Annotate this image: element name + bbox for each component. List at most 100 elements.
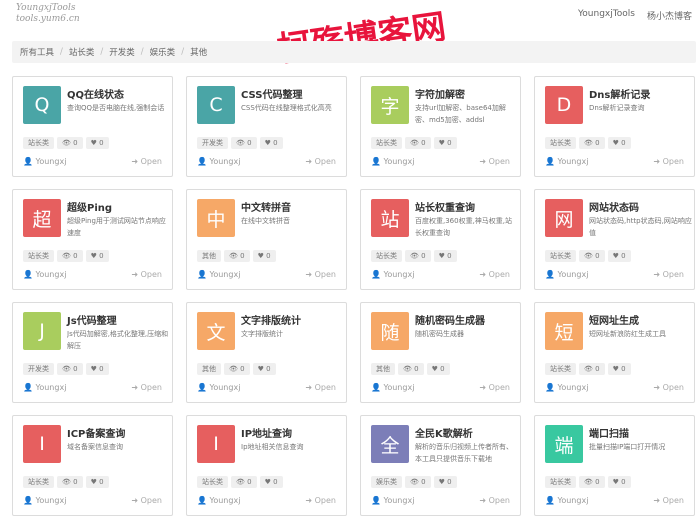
category-badge[interactable]: 站长类 [545, 137, 576, 149]
tool-card[interactable]: 中 中文转拼音 在线中文转拼音 其他 👁 0 ♥ 0 👤 Youngxj ➜ O… [186, 189, 347, 290]
category-badge[interactable]: 站长类 [23, 250, 54, 262]
tool-card[interactable]: D Dns解析记录 Dns解析记录查询 站长类 👁 0 ♥ 0 👤 Youngx… [534, 76, 695, 177]
likes-badge[interactable]: ♥ 0 [252, 250, 276, 262]
author-name: Youngxj [35, 383, 67, 392]
category-badge[interactable]: 站长类 [371, 250, 402, 262]
tool-card[interactable]: I ICP备案查询 域名备案信息查询 站长类 👁 0 ♥ 0 👤 Youngxj… [12, 415, 173, 516]
tool-card[interactable]: 字 字符加解密 支持url加解密、base64加解密、md5加密、addsl 站… [360, 76, 521, 177]
tool-card[interactable]: 文 文字排版统计 文字排版统计 其他 👁 0 ♥ 0 👤 Youngxj ➜ O… [186, 302, 347, 403]
open-link[interactable]: ➜ Open [305, 496, 336, 505]
likes-badge[interactable]: ♥ 0 [433, 137, 457, 149]
open-link[interactable]: ➜ Open [131, 270, 162, 279]
open-link[interactable]: ➜ Open [305, 270, 336, 279]
tool-title[interactable]: 文字排版统计 [241, 312, 301, 327]
tool-title[interactable]: 网站状态码 [589, 199, 639, 214]
tool-title[interactable]: Js代码整理 [67, 312, 117, 327]
nav-link-blog[interactable]: 杨小杰博客 [647, 9, 692, 22]
open-link[interactable]: ➜ Open [479, 270, 510, 279]
likes-badge[interactable]: ♥ 0 [85, 137, 109, 149]
category-badge[interactable]: 开发类 [23, 363, 54, 375]
likes-badge[interactable]: ♥ 0 [252, 363, 276, 375]
likes-badge[interactable]: ♥ 0 [607, 137, 631, 149]
views-badge: 👁 0 [57, 476, 83, 488]
views-badge: 👁 0 [579, 476, 605, 488]
tool-icon: I [23, 425, 61, 463]
breadcrumb-other[interactable]: 其他 [190, 46, 207, 58]
likes-badge[interactable]: ♥ 0 [259, 137, 283, 149]
open-link[interactable]: ➜ Open [305, 383, 336, 392]
tool-title[interactable]: 随机密码生成器 [415, 312, 485, 327]
likes-badge[interactable]: ♥ 0 [259, 476, 283, 488]
tool-card[interactable]: 全 全民K歌解析 解析的音乐归视频上传者所有、本工具只提供音乐下载地 娱乐类 👁… [360, 415, 521, 516]
tool-title[interactable]: Dns解析记录 [589, 86, 650, 101]
views-count: 0 [595, 252, 600, 260]
likes-badge[interactable]: ♥ 0 [426, 363, 450, 375]
nav-link-youngxjtools[interactable]: YoungxjTools [578, 9, 635, 19]
tool-title[interactable]: QQ在线状态 [67, 86, 124, 101]
tool-card[interactable]: 短 短网址生成 短网址新浪防红生成工具 站长类 👁 0 ♥ 0 👤 Youngx… [534, 302, 695, 403]
author: 👤 Youngxj [371, 383, 414, 392]
category-badge[interactable]: 站长类 [545, 476, 576, 488]
breadcrumb-entertainment[interactable]: 娱乐类 [150, 46, 176, 58]
open-link[interactable]: ➜ Open [131, 496, 162, 505]
likes-badge[interactable]: ♥ 0 [85, 363, 109, 375]
open-link[interactable]: ➜ Open [479, 383, 510, 392]
tool-card[interactable]: 随 随机密码生成器 随机密码生成器 其他 👁 0 ♥ 0 👤 Youngxj ➜… [360, 302, 521, 403]
category-badge[interactable]: 其他 [197, 363, 221, 375]
tool-card[interactable]: C CSS代码整理 CSS代码在线整理格式化高亮 开发类 👁 0 ♥ 0 👤 Y… [186, 76, 347, 177]
likes-badge[interactable]: ♥ 0 [607, 363, 631, 375]
site-logo[interactable]: YoungxjTools tools.yum6.cn [16, 3, 80, 25]
category-badge[interactable]: 站长类 [545, 250, 576, 262]
eye-icon: 👁 [584, 252, 593, 260]
tool-title[interactable]: 站长权重查询 [415, 199, 475, 214]
category-badge[interactable]: 站长类 [545, 363, 576, 375]
likes-badge[interactable]: ♥ 0 [85, 476, 109, 488]
likes-badge[interactable]: ♥ 0 [607, 250, 631, 262]
open-link[interactable]: ➜ Open [653, 496, 684, 505]
likes-badge[interactable]: ♥ 0 [433, 250, 457, 262]
open-link[interactable]: ➜ Open [479, 496, 510, 505]
open-link[interactable]: ➜ Open [479, 157, 510, 166]
tool-title[interactable]: CSS代码整理 [241, 86, 302, 101]
tool-title[interactable]: 全民K歌解析 [415, 425, 473, 440]
tool-title[interactable]: ICP备案查询 [67, 425, 125, 440]
likes-badge[interactable]: ♥ 0 [433, 476, 457, 488]
breadcrumb-all[interactable]: 所有工具 [20, 46, 54, 58]
open-link[interactable]: ➜ Open [131, 157, 162, 166]
likes-badge[interactable]: ♥ 0 [607, 476, 631, 488]
category-badge[interactable]: 站长类 [371, 137, 402, 149]
tool-title[interactable]: 字符加解密 [415, 86, 465, 101]
tool-card[interactable]: 站 站长权重查询 百度权重,360权重,神马权重,站长权重查询 站长类 👁 0 … [360, 189, 521, 290]
tool-meta: 其他 👁 0 ♥ 0 [371, 363, 450, 375]
tool-card[interactable]: 超 超级Ping 超级Ping用于测试网站节点响应速度 站长类 👁 0 ♥ 0 … [12, 189, 173, 290]
category-badge[interactable]: 其他 [197, 250, 221, 262]
category-badge[interactable]: 其他 [371, 363, 395, 375]
likes-badge[interactable]: ♥ 0 [85, 250, 109, 262]
tool-title[interactable]: 端口扫描 [589, 425, 629, 440]
tool-card[interactable]: J Js代码整理 Js代码加解密,格式化整理,压缩和解压 开发类 👁 0 ♥ 0… [12, 302, 173, 403]
tool-title[interactable]: 短网址生成 [589, 312, 639, 327]
open-label: Open [140, 270, 162, 279]
category-badge[interactable]: 站长类 [197, 476, 228, 488]
open-link[interactable]: ➜ Open [653, 270, 684, 279]
open-link[interactable]: ➜ Open [653, 383, 684, 392]
tool-card[interactable]: I IP地址查询 Ip地址相关信息查询 站长类 👁 0 ♥ 0 👤 Youngx… [186, 415, 347, 516]
tool-title[interactable]: IP地址查询 [241, 425, 292, 440]
open-link[interactable]: ➜ Open [131, 383, 162, 392]
tool-title[interactable]: 超级Ping [67, 199, 112, 214]
category-badge[interactable]: 站长类 [23, 137, 54, 149]
category-badge[interactable]: 站长类 [23, 476, 54, 488]
tool-card[interactable]: 网 网站状态码 网站状态码,http状态码,网站响应值 站长类 👁 0 ♥ 0 … [534, 189, 695, 290]
breadcrumb-dev[interactable]: 开发类 [109, 46, 135, 58]
user-icon: 👤 [197, 383, 207, 392]
views-badge: 👁 0 [57, 137, 83, 149]
category-badge[interactable]: 开发类 [197, 137, 228, 149]
tool-title[interactable]: 中文转拼音 [241, 199, 291, 214]
tool-card[interactable]: 端 端口扫描 批量扫描IP端口打开情况 站长类 👁 0 ♥ 0 👤 Youngx… [534, 415, 695, 516]
category-badge[interactable]: 娱乐类 [371, 476, 402, 488]
open-link[interactable]: ➜ Open [305, 157, 336, 166]
views-badge: 👁 0 [579, 363, 605, 375]
tool-card[interactable]: Q QQ在线状态 查询QQ是否电脑在线,强制会话 站长类 👁 0 ♥ 0 👤 Y… [12, 76, 173, 177]
open-link[interactable]: ➜ Open [653, 157, 684, 166]
breadcrumb-webmaster[interactable]: 站长类 [69, 46, 95, 58]
